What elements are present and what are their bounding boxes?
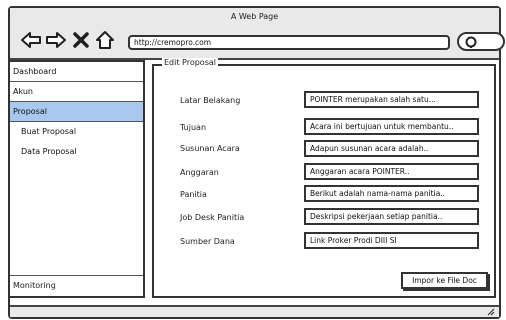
field-label-panitia: Panitia xyxy=(180,190,207,199)
field-label-job-desk-panitia: Job Desk Panitia xyxy=(180,213,245,222)
sidebar-item-akun[interactable]: Akun xyxy=(10,82,143,102)
resize-grip-icon[interactable] xyxy=(486,307,495,316)
sidebar-item-monitoring[interactable]: Monitoring xyxy=(10,275,143,296)
import-doc-button[interactable]: Impor ke File Doc xyxy=(401,272,488,289)
sidebar-item-proposal[interactable]: Proposal xyxy=(10,102,143,122)
title-bar: A Web Page http://cremopro.com xyxy=(10,8,505,60)
sidebar-subitem-buat-proposal[interactable]: Buat Proposal xyxy=(10,122,143,142)
latar-belakang-input[interactable]: POINTER merupakan salah satu... xyxy=(304,91,479,108)
edit-proposal-panel: Edit Proposal Latar Belakang POINTER mer… xyxy=(152,58,496,298)
field-label-susunan-acara: Susunan Acara xyxy=(180,144,240,153)
sidebar: Dashboard Akun Proposal Buat Proposal Da… xyxy=(8,60,145,298)
url-bar[interactable]: http://cremopro.com xyxy=(128,35,450,50)
arrow-right-icon[interactable] xyxy=(45,30,67,50)
anggaran-input[interactable]: Anggaran acara POINTER.. xyxy=(304,163,479,180)
panel-legend: Edit Proposal xyxy=(162,58,218,67)
arrow-left-icon[interactable] xyxy=(20,30,42,50)
sidebar-item-dashboard[interactable]: Dashboard xyxy=(10,62,143,82)
status-bar xyxy=(10,305,499,317)
home-icon[interactable] xyxy=(94,30,116,50)
window-title: A Web Page xyxy=(230,12,279,21)
field-label-latar-belakang: Latar Belakang xyxy=(180,96,241,105)
field-label-anggaran: Anggaran xyxy=(180,168,219,177)
field-label-sumber-dana: Sumber Dana xyxy=(180,237,235,246)
search-box[interactable] xyxy=(457,32,505,51)
sidebar-subitem-data-proposal[interactable]: Data Proposal xyxy=(10,142,143,162)
search-icon xyxy=(465,36,477,48)
close-icon[interactable] xyxy=(72,30,90,50)
panitia-input[interactable]: Berikut adalah nama-nama panitia.. xyxy=(304,185,479,202)
job-desk-panitia-input[interactable]: Deskripsi pekerjaan setiap panitia.. xyxy=(304,208,479,225)
field-label-tujuan: Tujuan xyxy=(180,123,207,132)
susunan-acara-input[interactable]: Adapun susunan acara adalah.. xyxy=(304,140,479,157)
tujuan-input[interactable]: Acara ini bertujuan untuk membantu.. xyxy=(304,118,479,135)
sumber-dana-input[interactable]: Link Proker Prodi DIII SI xyxy=(304,232,479,249)
